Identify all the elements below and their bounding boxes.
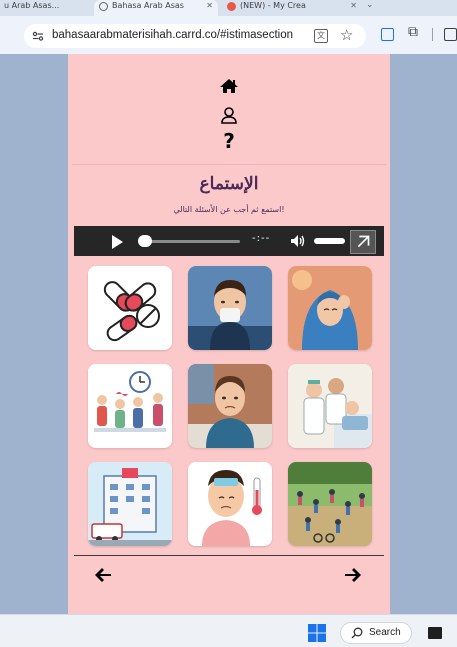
site-info-icon[interactable] [32, 30, 44, 42]
pills-image[interactable] [88, 266, 172, 350]
os-taskbar: Search [0, 614, 457, 647]
extensions-icon[interactable]: ⧉ [408, 24, 418, 40]
user-icon[interactable] [68, 106, 390, 124]
home-icon[interactable] [68, 78, 390, 94]
task-view-icon[interactable] [428, 627, 442, 639]
globe-icon [99, 2, 108, 11]
favicon-icon [227, 2, 236, 11]
play-button[interactable] [112, 235, 123, 249]
browser-tab-active[interactable]: Bahasa Arab Asas ✕ [94, 0, 218, 16]
browser-tab[interactable]: u Arab Asas... [0, 0, 92, 16]
expand-icon [357, 235, 370, 248]
volume-icon[interactable] [290, 233, 306, 249]
fullscreen-button[interactable] [350, 230, 376, 254]
woman-with-headache-image[interactable] [288, 266, 372, 350]
address-bar[interactable]: bahasaarabmaterisihah.carrd.co/#istimase… [24, 24, 366, 48]
image-grid [88, 266, 372, 546]
sick-boy-in-bed-image[interactable] [188, 364, 272, 448]
side-panel-icon[interactable] [381, 28, 394, 41]
hospital-building-image[interactable] [88, 462, 172, 546]
tab-search-chevron-icon[interactable]: ⌄ [366, 0, 374, 10]
tab-title: u Arab Asas... [4, 1, 60, 10]
search-icon [351, 627, 363, 639]
seek-thumb[interactable] [138, 235, 152, 247]
taskbar-search[interactable]: Search [340, 622, 412, 644]
arrow-left-icon[interactable] [94, 566, 112, 584]
close-icon[interactable]: ✕ [350, 0, 357, 12]
volume-slider[interactable] [314, 238, 345, 244]
audio-player: -:-- [74, 226, 384, 256]
browser-viewport: ? الإستماع استمع ثم أجب عن الأسئلة التال… [0, 54, 457, 614]
divider [72, 164, 386, 165]
close-icon[interactable]: ✕ [206, 0, 213, 12]
boy-with-tissue-image[interactable] [188, 266, 272, 350]
carrd-page: ? الإستماع استمع ثم أجب عن الأسئلة التال… [68, 54, 390, 614]
search-label: Search [369, 627, 401, 638]
nurse-and-patient-image[interactable] [288, 364, 372, 448]
toolbar-divider [432, 28, 433, 41]
bookmark-star-icon[interactable]: ☆ [340, 26, 353, 44]
people-waiting-with-clock-image[interactable] [88, 364, 172, 448]
arrow-right-icon[interactable] [344, 566, 362, 584]
tab-title: (NEW) - My Crea [240, 1, 306, 10]
url-text[interactable]: bahasaarabmaterisihah.carrd.co/#istimase… [52, 29, 293, 41]
divider [74, 555, 384, 556]
fever-person-with-thermometer-image[interactable] [188, 462, 272, 546]
translate-icon[interactable]: 文 [314, 29, 328, 43]
section-title: الإستماع [199, 174, 259, 194]
help-icon[interactable]: ? [68, 129, 390, 153]
browser-tab[interactable]: (NEW) - My Crea ✕ [222, 0, 362, 16]
seek-bar[interactable] [142, 240, 240, 243]
people-exercising-in-park-image[interactable] [288, 462, 372, 546]
windows-start-icon[interactable] [308, 624, 326, 642]
instruction-text: استمع ثم أجب عن الأسئلة التالي! [173, 205, 285, 214]
tab-title: Bahasa Arab Asas [112, 1, 184, 10]
browser-tab-strip: u Arab Asas... Bahasa Arab Asas ✕ (NEW) … [0, 0, 457, 16]
window-icon[interactable] [444, 28, 457, 41]
time-display: -:-- [252, 233, 271, 244]
help-text: ? [223, 129, 235, 153]
